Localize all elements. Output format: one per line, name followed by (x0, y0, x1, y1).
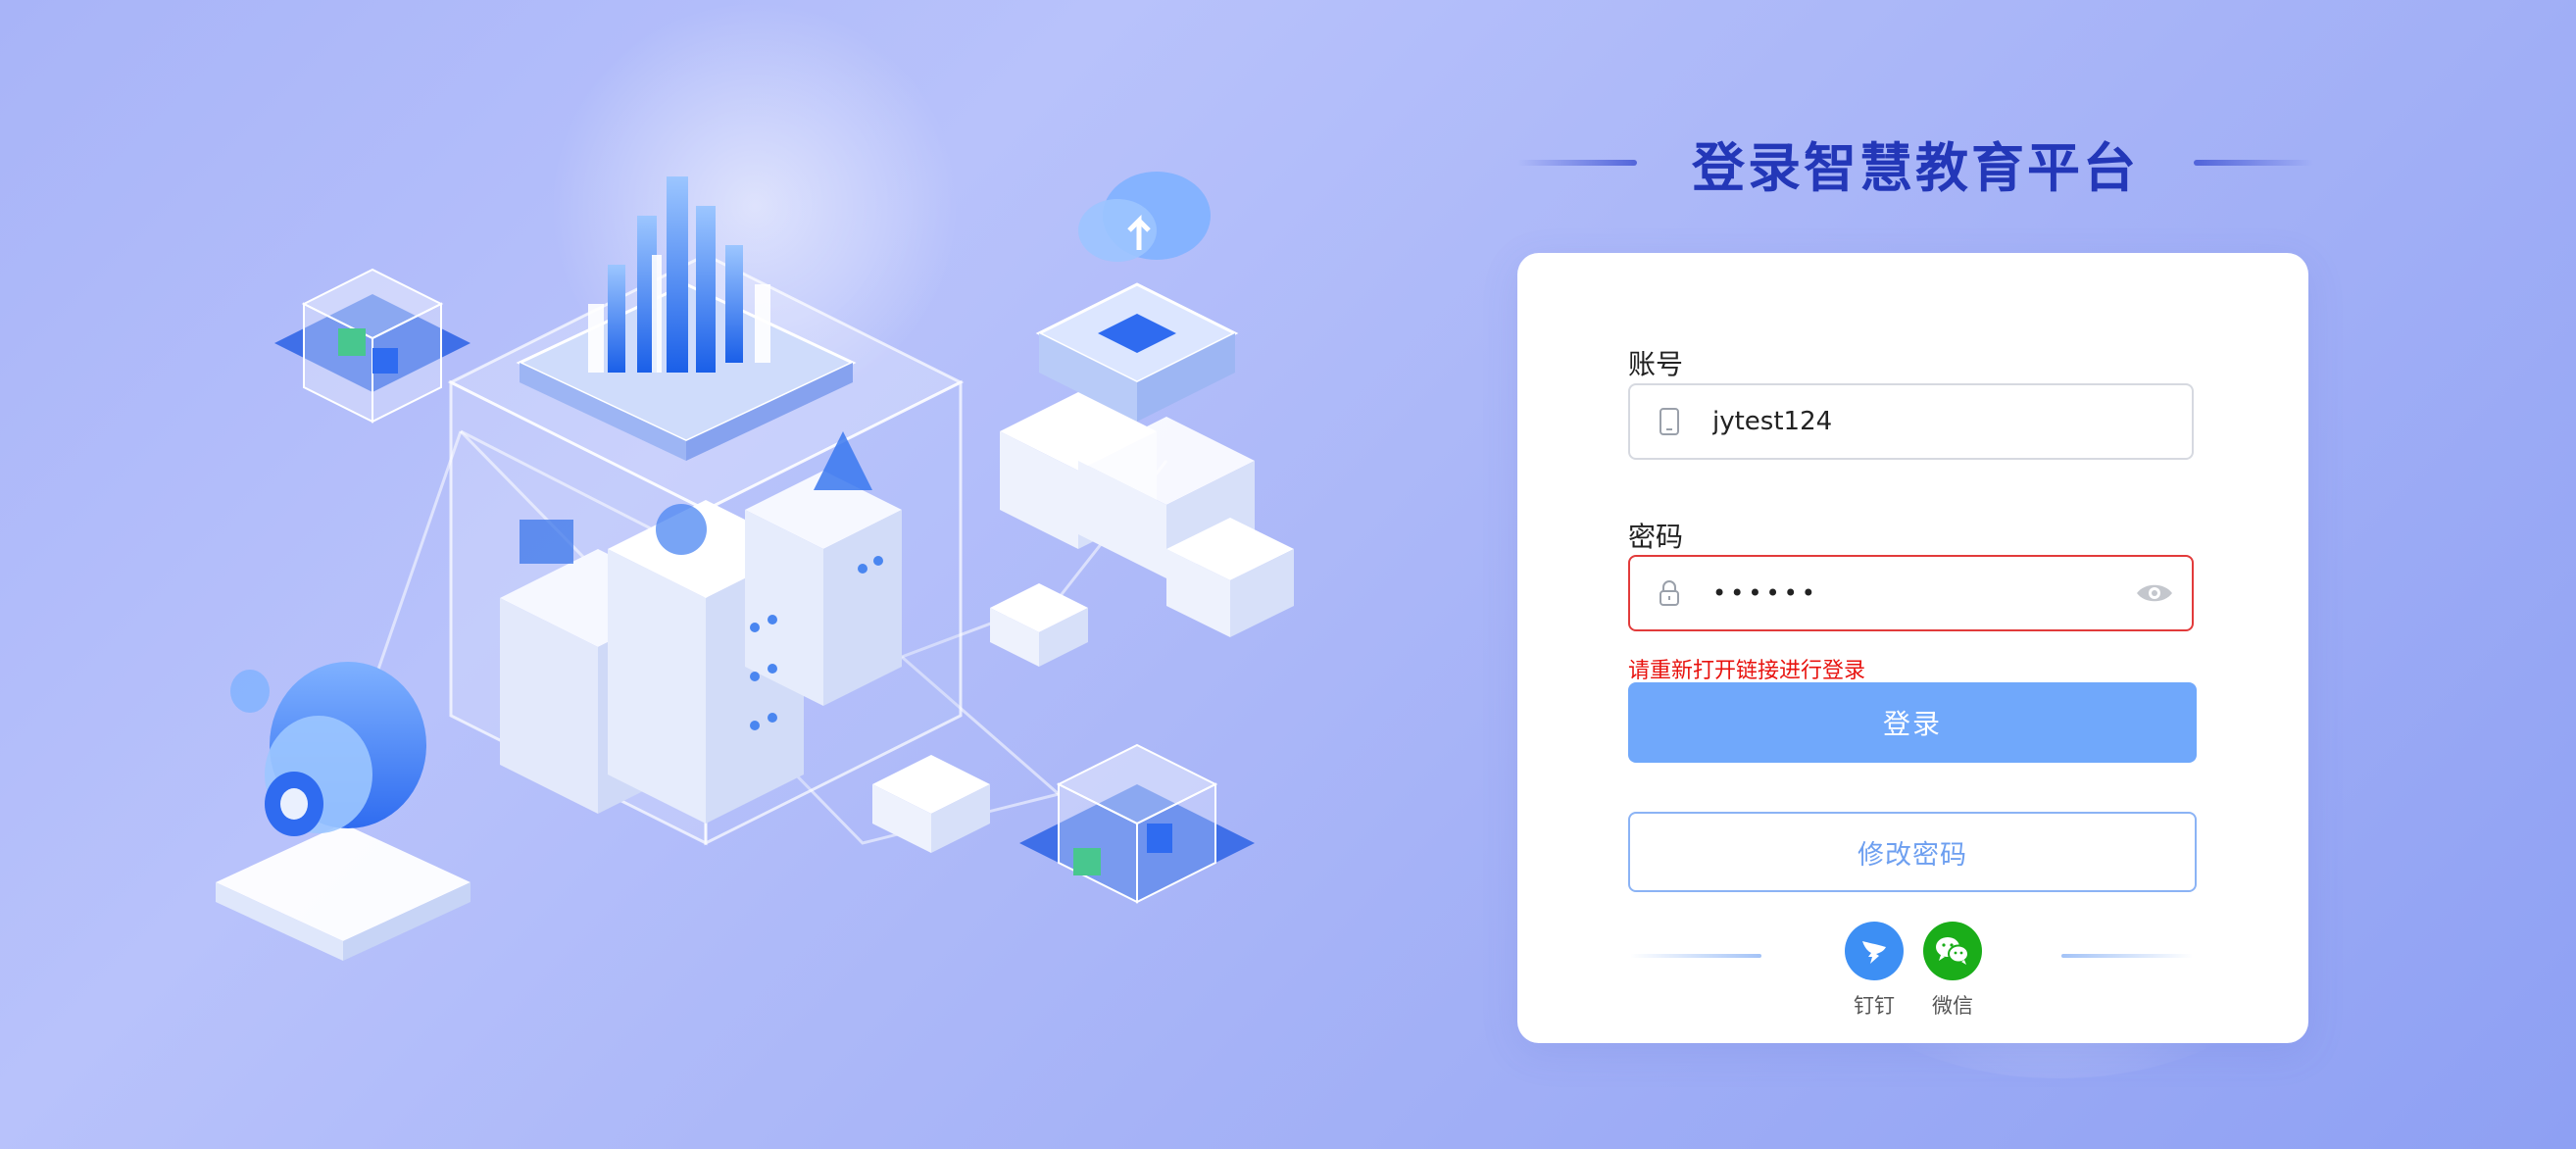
account-input[interactable] (1710, 391, 2192, 452)
hero-illustration (216, 172, 1294, 961)
phone-icon (1650, 402, 1689, 441)
wechat-icon[interactable] (1923, 922, 1982, 980)
login-button[interactable]: 登录 (1628, 682, 2197, 763)
wechat-login[interactable]: 微信 (1918, 922, 1987, 1020)
title-decoration-left (1517, 160, 1637, 166)
page-title: 登录智慧教育平台 (1692, 136, 2139, 199)
account-label: 账号 (1628, 348, 1684, 380)
login-card: 账号 密码 请重新打开链接进行登录 登录 修改 (1517, 253, 2308, 1043)
oauth-divider-left (1630, 954, 1761, 958)
password-input[interactable] (1710, 563, 2131, 624)
change-password-button[interactable]: 修改密码 (1628, 812, 2197, 892)
account-field[interactable] (1628, 383, 2194, 460)
lock-icon (1650, 574, 1689, 613)
wechat-label: 微信 (1932, 994, 1973, 1018)
dingtalk-label: 钉钉 (1854, 994, 1895, 1018)
dingtalk-icon[interactable] (1845, 922, 1904, 980)
password-label: 密码 (1628, 521, 1684, 553)
title-decoration-right (2194, 160, 2313, 166)
error-message: 请重新打开链接进行登录 (1628, 659, 1866, 683)
oauth-divider-right (2061, 954, 2193, 958)
eye-icon[interactable] (2131, 574, 2178, 613)
title-row: 登录智慧教育平台 (1517, 125, 2313, 200)
password-field[interactable] (1628, 555, 2194, 631)
dingtalk-login[interactable]: 钉钉 (1840, 922, 1908, 1020)
